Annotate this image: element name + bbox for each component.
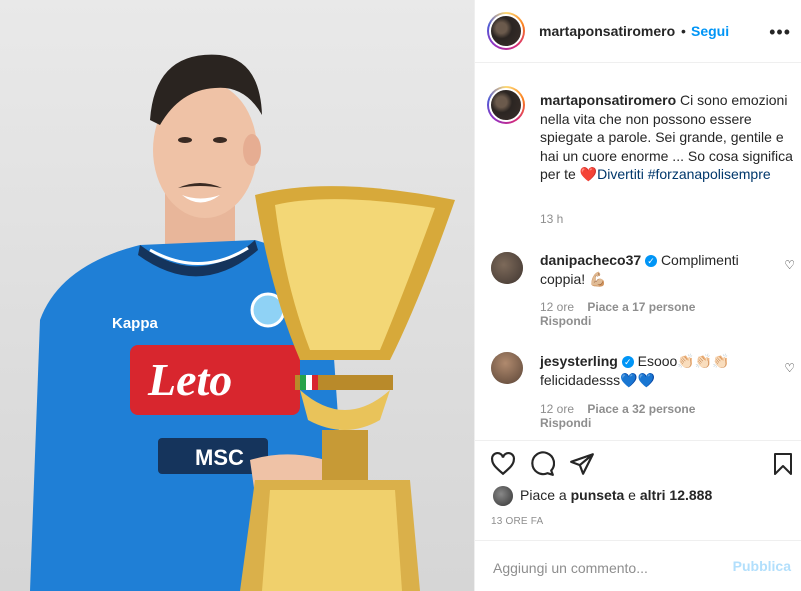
post-timestamp[interactable]: 13 ORE FA: [491, 516, 543, 527]
comment-time[interactable]: 12 ore: [540, 402, 574, 416]
bookmark-icon[interactable]: [771, 451, 795, 477]
reply-button[interactable]: Rispondi: [540, 314, 591, 328]
liker-avatar[interactable]: [493, 486, 513, 506]
caption-tag-divertiti[interactable]: Divertiti: [597, 166, 644, 182]
comment-username[interactable]: danipacheco37: [540, 252, 641, 268]
likes-prefix: Piace a: [520, 487, 571, 503]
post-photo[interactable]: Leto MSC Kappa: [0, 0, 474, 591]
comment-username[interactable]: jesysterling: [540, 353, 618, 369]
photo-illustration: Leto MSC Kappa: [30, 54, 455, 591]
reply-button[interactable]: Rispondi: [540, 416, 591, 430]
author-username[interactable]: martaponsatiromero: [539, 23, 675, 39]
likes-others[interactable]: altri 12.888: [640, 487, 712, 503]
caption-hashtag[interactable]: #forzanapolisempre: [648, 166, 771, 182]
comment-item: danipacheco37 ✓ Complimenti coppia! 💪🏼: [540, 251, 785, 289]
post-header: martaponsatiromero • Segui •••: [475, 0, 801, 63]
author-avatar[interactable]: [487, 12, 525, 50]
divider: [475, 440, 801, 441]
likes-middle: e: [624, 487, 640, 503]
liker-username[interactable]: punseta: [571, 487, 625, 503]
comment-input[interactable]: [491, 556, 715, 580]
verified-icon: ✓: [621, 356, 634, 369]
comment-like-icon[interactable]: ♡: [784, 361, 795, 375]
comment-avatar[interactable]: [491, 252, 523, 284]
more-icon[interactable]: •••: [769, 22, 791, 43]
caption-avatar[interactable]: [487, 86, 525, 124]
share-icon[interactable]: [569, 451, 595, 477]
comment-item: jesysterling ✓ Esooo👏🏻👏🏻👏🏻 felicidadesss…: [540, 352, 785, 390]
follow-button[interactable]: Segui: [691, 23, 729, 39]
comment-avatar[interactable]: [491, 352, 523, 384]
verified-icon: ✓: [645, 255, 658, 268]
jersey-brand-text: Kappa: [112, 315, 159, 332]
comment-like-icon[interactable]: ♡: [784, 258, 795, 272]
heart-emoji: ❤️: [579, 166, 598, 182]
post-sidebar: martaponsatiromero • Segui ••• martapons…: [474, 0, 801, 591]
divider: [475, 540, 801, 541]
jersey-msc-text: MSC: [195, 445, 244, 470]
separator-dot: •: [681, 23, 686, 39]
likes-summary: Piace a punseta e altri 12.888: [520, 487, 712, 503]
comment-icon[interactable]: [529, 451, 555, 477]
publish-button[interactable]: Pubblica: [733, 558, 791, 574]
comment-likes[interactable]: Piace a 17 persone: [587, 300, 695, 314]
post-caption: martaponsatiromero Ci sono emozioni nell…: [540, 91, 795, 184]
jersey-sponsor-text: Leto: [147, 354, 232, 405]
comment-meta: 12 ore Piace a 32 persone: [540, 402, 695, 416]
caption-time[interactable]: 13 h: [540, 212, 563, 226]
comment-likes[interactable]: Piace a 32 persone: [587, 402, 695, 416]
comment-time[interactable]: 12 ore: [540, 300, 574, 314]
heart-icon[interactable]: [490, 451, 516, 477]
comment-meta: 12 ore Piace a 17 persone: [540, 300, 695, 314]
caption-username[interactable]: martaponsatiromero: [540, 92, 676, 108]
